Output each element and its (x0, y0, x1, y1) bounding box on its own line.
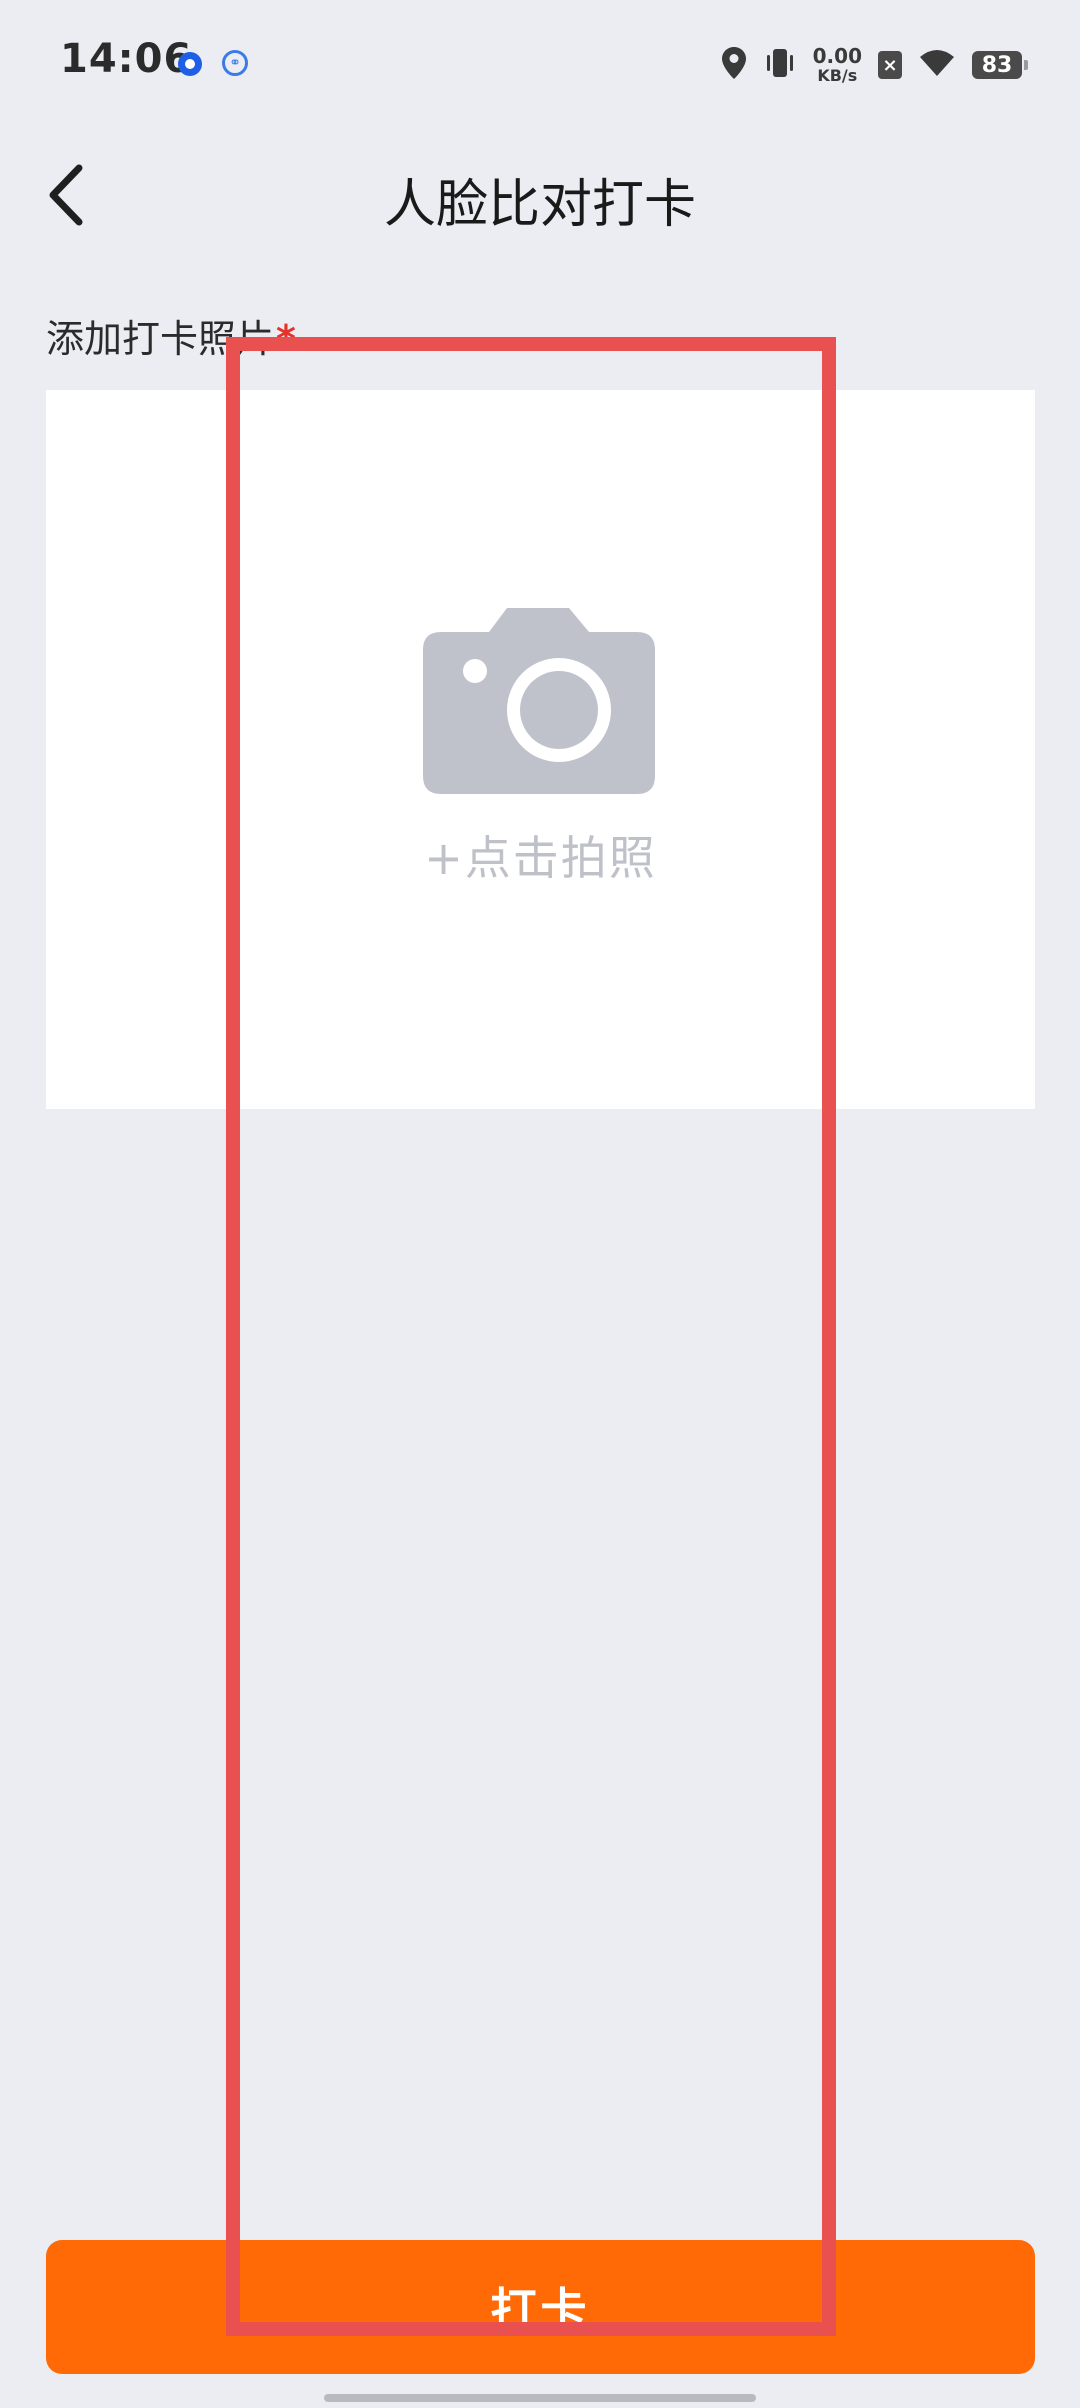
take-photo-area[interactable]: +点击拍照 (46, 390, 1035, 1109)
status-right-cluster: 0.00 KB/s × 83 (721, 42, 1028, 88)
app-notification-icon (178, 52, 202, 76)
network-speed: 0.00 KB/s (813, 46, 862, 84)
network-speed-value: 0.00 (812, 44, 862, 68)
required-mark: * (276, 317, 296, 361)
location-icon (721, 46, 747, 84)
page-title: 人脸比对打卡 (383, 175, 696, 235)
battery-indicator: 83 (972, 51, 1028, 79)
home-indicator[interactable] (324, 2394, 756, 2402)
no-sim-icon: × (878, 51, 902, 79)
photo-section-label: 添加打卡照片* (46, 308, 296, 363)
checkin-button[interactable]: 打卡 (46, 2240, 1035, 2374)
battery-level: 83 (981, 52, 1013, 78)
status-time: 14:06 (60, 36, 193, 82)
photo-section-label-text: 添加打卡照片 (46, 317, 275, 361)
sync-notification-icon: ⚭ (222, 50, 248, 76)
camera-icon (423, 608, 655, 794)
vibrate-icon (763, 46, 797, 84)
take-photo-label: +点击拍照 (424, 831, 657, 885)
network-speed-unit: KB/s (817, 66, 858, 85)
app-header: 人脸比对打卡 (0, 140, 1080, 250)
wifi-icon (918, 48, 956, 82)
status-bar: 14:06 ⚭ 0.00 KB/s × 83 (0, 0, 1080, 130)
